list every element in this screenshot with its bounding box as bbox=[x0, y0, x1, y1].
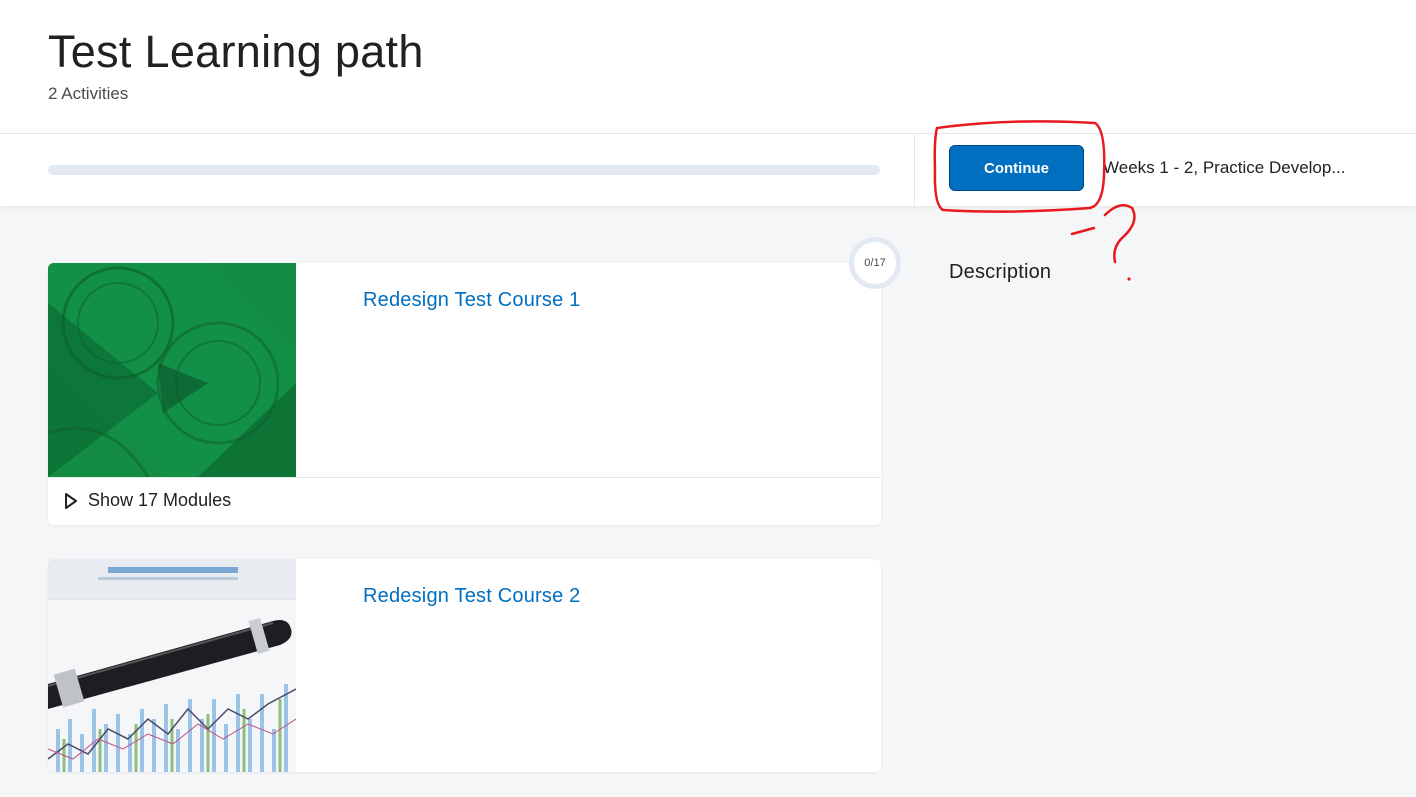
card-footer: Show 17 Modules bbox=[48, 477, 881, 525]
next-activity-label: Weeks 1 - 2, Practice Develop... bbox=[1103, 158, 1346, 177]
show-modules-toggle[interactable]: Show 17 Modules bbox=[64, 490, 231, 511]
show-modules-label: Show 17 Modules bbox=[88, 490, 232, 510]
green-certificate-image bbox=[48, 263, 296, 477]
description-heading: Description bbox=[949, 261, 1052, 283]
triangle-right-icon bbox=[65, 492, 77, 509]
course-card: Redesign Test Course 1 Show 17 Modules bbox=[48, 263, 881, 525]
page-header: Test Learning path 2 Activities bbox=[0, 0, 1416, 134]
course-card: Redesign Test Course 2 bbox=[48, 559, 881, 772]
progress-toolbar: Continue Weeks 1 - 2, Practice Develop..… bbox=[0, 134, 1416, 206]
progress-bar bbox=[48, 165, 880, 175]
continue-button[interactable]: Continue bbox=[949, 145, 1084, 191]
pen-on-chart-image bbox=[48, 559, 296, 772]
toolbar-divider bbox=[914, 134, 915, 206]
page-title: Test Learning path bbox=[48, 26, 424, 77]
course-title-link[interactable]: Redesign Test Course 2 bbox=[363, 585, 581, 608]
course-progress-badge: 0/17 bbox=[849, 237, 901, 289]
course-title-link[interactable]: Redesign Test Course 1 bbox=[363, 289, 581, 312]
activity-count: 2 Activities bbox=[48, 84, 129, 103]
